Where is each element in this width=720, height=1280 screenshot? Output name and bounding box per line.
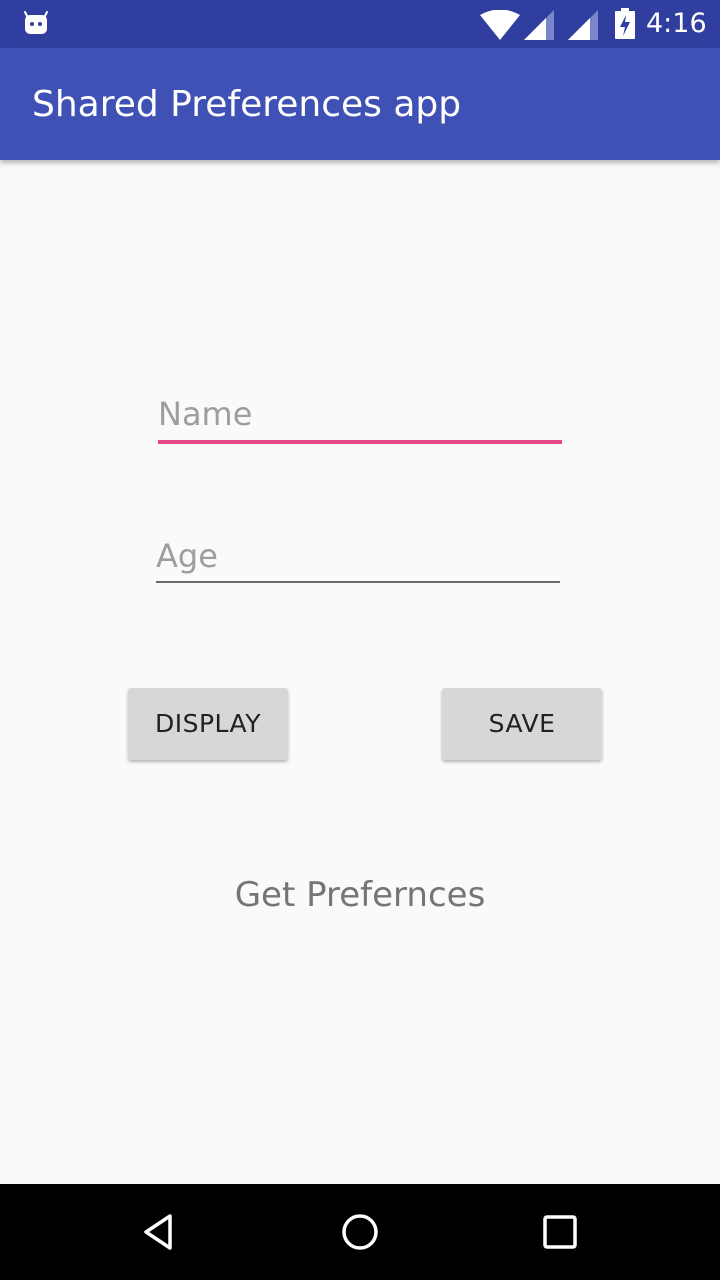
wifi-icon xyxy=(480,10,520,40)
app-bar: Shared Preferences app xyxy=(0,48,720,160)
back-icon[interactable] xyxy=(136,1208,184,1256)
cell-signal-icon xyxy=(524,10,554,40)
preferences-result-text: Get Prefernces xyxy=(234,875,486,915)
android-debug-icon xyxy=(24,11,48,34)
age-input[interactable] xyxy=(156,534,560,578)
home-icon[interactable] xyxy=(336,1208,384,1256)
display-button[interactable]: DISPLAY xyxy=(128,688,288,760)
age-input-underline xyxy=(156,581,560,583)
name-input[interactable] xyxy=(158,392,562,436)
status-bar: 4:16 xyxy=(0,0,720,48)
navigation-bar xyxy=(0,1184,720,1280)
cell-signal-icon xyxy=(568,10,598,40)
name-input-underline xyxy=(158,440,562,444)
save-button[interactable]: SAVE xyxy=(442,688,602,760)
app-title: Shared Preferences app xyxy=(32,84,462,125)
status-clock: 4:16 xyxy=(646,8,707,39)
recents-icon[interactable] xyxy=(536,1208,584,1256)
battery-charging-icon xyxy=(615,8,635,39)
